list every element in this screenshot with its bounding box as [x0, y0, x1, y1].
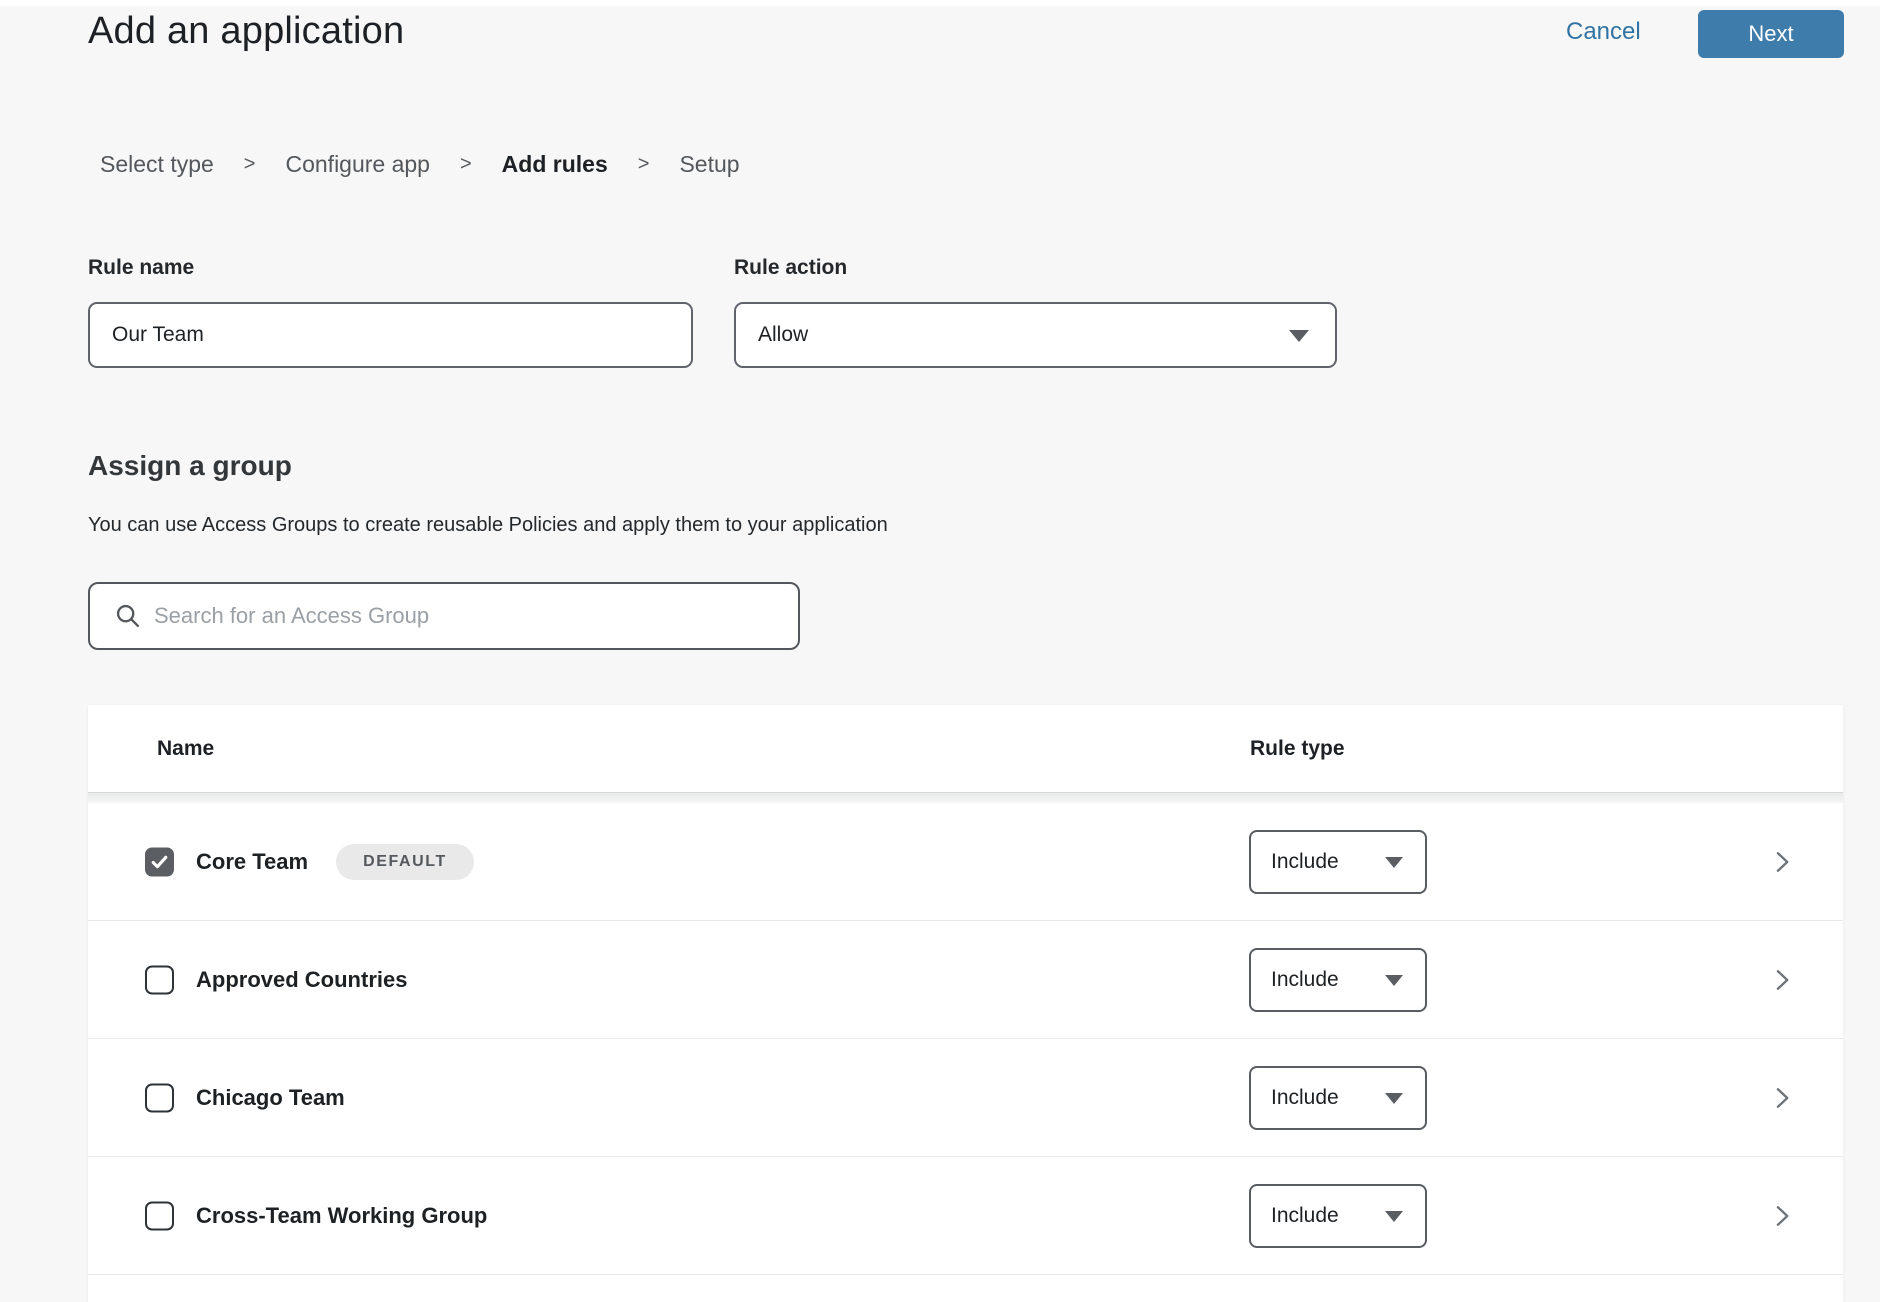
group-name: Approved Countries [196, 967, 407, 993]
table-body: Core Team DEFAULT Include [88, 803, 1843, 1302]
breadcrumb-step-configure-app[interactable]: Configure app [285, 151, 430, 178]
search-icon [114, 602, 142, 630]
rule-action-label: Rule action [734, 256, 847, 280]
breadcrumb-separator: > [460, 153, 472, 176]
rule-type-select[interactable]: Include [1249, 948, 1427, 1012]
access-groups-table: Name Rule type Core Team DEFAULT Include [88, 705, 1843, 1302]
table-row[interactable]: Chicago Team Include [88, 1039, 1843, 1157]
breadcrumb-separator: > [244, 153, 256, 176]
rule-type-value: Include [1251, 1086, 1339, 1110]
top-bar [0, 0, 1880, 6]
row-name: Cross-Team Working Group [196, 1203, 487, 1229]
breadcrumb: Select type > Configure app > Add rules … [100, 151, 740, 178]
rule-type-value: Include [1251, 1204, 1339, 1228]
next-button[interactable]: Next [1698, 10, 1844, 58]
group-name: Chicago Team [196, 1085, 345, 1111]
row-checkbox[interactable] [145, 847, 174, 876]
breadcrumb-step-select-type[interactable]: Select type [100, 151, 214, 178]
access-group-search [88, 582, 800, 650]
row-name: Approved Countries [196, 967, 407, 993]
chevron-right-icon[interactable] [1768, 848, 1796, 876]
rule-type-value: Include [1251, 850, 1339, 874]
cancel-button[interactable]: Cancel [1566, 18, 1641, 46]
column-header-rule-type: Rule type [1250, 737, 1345, 761]
row-checkbox[interactable] [145, 1201, 174, 1230]
assign-group-description: You can use Access Groups to create reus… [88, 514, 888, 537]
row-checkbox[interactable] [145, 1083, 174, 1112]
chevron-right-icon[interactable] [1768, 966, 1796, 994]
group-name: Core Team [196, 849, 308, 875]
table-row[interactable]: Approved Countries Include [88, 921, 1843, 1039]
breadcrumb-step-setup[interactable]: Setup [679, 151, 739, 178]
checkmark-icon [147, 849, 172, 874]
rule-action-select[interactable]: Allow [734, 302, 1337, 368]
chevron-down-icon [1385, 1093, 1403, 1104]
chevron-down-icon [1385, 975, 1403, 986]
rule-type-select[interactable]: Include [1249, 1184, 1427, 1248]
page-title: Add an application [88, 10, 404, 53]
add-application-page: Add an application Cancel Next Select ty… [0, 0, 1880, 1302]
chevron-down-icon [1385, 857, 1403, 868]
assign-group-heading: Assign a group [88, 450, 292, 482]
row-name: Core Team DEFAULT [196, 844, 474, 880]
search-input[interactable] [142, 584, 798, 648]
chevron-right-icon[interactable] [1768, 1084, 1796, 1112]
default-badge: DEFAULT [336, 844, 474, 880]
table-header: Name Rule type [88, 705, 1843, 793]
chevron-down-icon [1289, 330, 1309, 342]
table-row[interactable]: Cross-Team Working Group Include [88, 1157, 1843, 1275]
group-name: Cross-Team Working Group [196, 1203, 487, 1229]
row-checkbox[interactable] [145, 965, 174, 994]
chevron-down-icon [1385, 1211, 1403, 1222]
column-header-name: Name [157, 737, 214, 761]
chevron-right-icon[interactable] [1768, 1202, 1796, 1230]
rule-action-value: Allow [736, 323, 808, 347]
rule-type-value: Include [1251, 968, 1339, 992]
breadcrumb-separator: > [638, 153, 650, 176]
rule-type-select[interactable]: Include [1249, 1066, 1427, 1130]
rule-name-input[interactable] [88, 302, 693, 368]
rule-name-label: Rule name [88, 256, 194, 280]
header-shadow [88, 793, 1843, 803]
rule-type-select[interactable]: Include [1249, 830, 1427, 894]
row-name: Chicago Team [196, 1085, 345, 1111]
table-row[interactable]: Core Team DEFAULT Include [88, 803, 1843, 921]
breadcrumb-step-add-rules[interactable]: Add rules [502, 151, 608, 178]
